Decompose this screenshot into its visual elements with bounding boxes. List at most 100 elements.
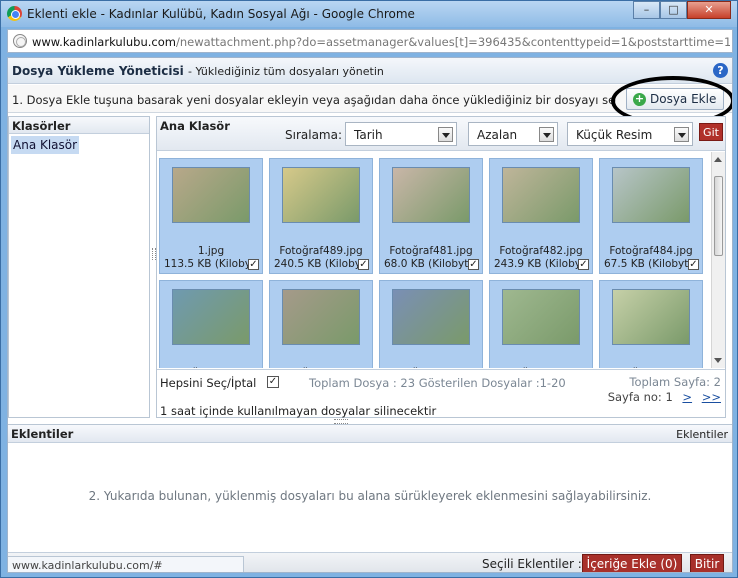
maximize-button[interactable]: □: [660, 1, 687, 19]
file-thumbnail[interactable]: Fotoğraf489.jpg240.5 KB (Kilobytes)✓: [269, 158, 373, 274]
last-page-link[interactable]: >>: [702, 390, 721, 404]
select-all-label: Hepsini Seç/İptal: [160, 376, 257, 390]
add-file-label: Dosya Ekle: [650, 92, 717, 106]
file-select-checkbox[interactable]: ✓: [468, 259, 479, 270]
thumbnail-image: [172, 167, 250, 223]
browser-window: Eklenti ekle - Kadınlar Kulübü, Kadın So…: [0, 0, 738, 578]
sort-field-select[interactable]: Tarih: [345, 122, 457, 146]
title-bar: Eklenti ekle - Kadınlar Kulübü, Kadın So…: [1, 1, 737, 27]
thumbnail-image: [392, 167, 470, 223]
file-thumbnail[interactable]: Fotoğraf481.jpg68.0 KB (Kilobytes)✓: [379, 158, 483, 274]
thumbnail-image: [502, 167, 580, 223]
upload-step: 1. Dosya Ekle tuşuna basarak yeni dosyal…: [8, 85, 732, 113]
file-thumbnail[interactable]: Fotoğraf480.jpg: [379, 280, 483, 368]
file-name: Fotoğraf484.jpg: [609, 245, 693, 257]
file-thumbnail[interactable]: Fotoğraf486.jpg: [159, 280, 263, 368]
view-mode-select[interactable]: Küçük Resim: [567, 122, 693, 146]
chrome-logo-icon: [7, 6, 22, 21]
attachments-panel[interactable]: Eklentiler Eklentiler 2. Yukarıda buluna…: [8, 424, 732, 554]
current-folder-title: Ana Klasör: [160, 119, 230, 133]
file-select-checkbox[interactable]: ✓: [248, 259, 259, 270]
address-bar[interactable]: www.kadinlarkulubu.com/newattachment.php…: [7, 29, 733, 53]
go-button[interactable]: Git: [699, 123, 723, 141]
page-number: Sayfa no: 1: [607, 390, 673, 404]
thumbnail-image: [172, 289, 250, 345]
folder-item-ana-klasor[interactable]: Ana Klasör: [11, 136, 80, 154]
file-thumbnail[interactable]: Fotoğraf484.jpg67.5 KB (Kilobytes)✓: [599, 158, 703, 274]
thumbnail-image: [502, 289, 580, 345]
minimize-button[interactable]: –: [633, 1, 660, 19]
sort-order-select[interactable]: Azalan: [468, 122, 558, 146]
file-name: Fotoğraf487.jpg: [600, 367, 702, 368]
thumbnail-image: [392, 289, 470, 345]
browser-status-bar: www.kadinlarkulubu.com/#: [8, 556, 244, 572]
window-controls: – □ ✕: [633, 1, 731, 19]
manager-header: Dosya Yükleme Yöneticisi - Yüklediğiniz …: [8, 58, 732, 84]
file-select-checkbox[interactable]: ✓: [578, 259, 589, 270]
url-text[interactable]: www.kadinlarkulubu.com/newattachment.php…: [32, 35, 730, 49]
attachments-right-label: Eklentiler: [676, 428, 728, 441]
file-name: Fotoğraf486.jpg: [160, 367, 262, 368]
scrollbar-thumb[interactable]: [714, 176, 723, 256]
page-content: Dosya Yükleme Yöneticisi - Yüklediğiniz …: [7, 57, 733, 573]
next-page-link[interactable]: >: [682, 390, 692, 404]
attachments-title: Eklentiler: [11, 427, 74, 441]
total-pages: Toplam Sayfa: 2: [629, 375, 721, 389]
page-subtitle: - Yüklediğiniz tüm dosyaları yönetin: [188, 65, 384, 78]
file-size: 67.5 KB (Kilobytes): [604, 258, 688, 270]
plus-circle-icon: +: [633, 92, 646, 106]
file-size: 113.5 KB (Kilobytes): [164, 258, 248, 270]
selected-attachments-label: Seçili Eklentiler :: [482, 557, 582, 571]
help-icon[interactable]: ?: [713, 63, 728, 78]
file-name: Fotoğraf482.jpg: [499, 245, 583, 257]
pagination: Sayfa no: 1 > >>: [608, 390, 721, 404]
thumbnail-image: [612, 289, 690, 345]
page-title: Dosya Yükleme Yöneticisi: [12, 64, 184, 78]
insert-into-content-button[interactable]: İçeriğe Ekle (0): [582, 554, 682, 572]
file-size: 243.9 KB (Kilobytes): [494, 258, 578, 270]
file-thumbnail[interactable]: Fotoğraf488.jpg: [489, 280, 593, 368]
file-select-checkbox[interactable]: ✓: [358, 259, 369, 270]
files-toolbar: Ana Klasör Sıralama: Tarih Azalan Küçük …: [157, 117, 725, 151]
url-host: www.kadinlarkulubu.com: [32, 35, 176, 49]
file-select-checkbox[interactable]: ✓: [688, 259, 699, 270]
file-name: 1.jpg: [197, 245, 225, 257]
file-name: Fotoğraf483.jpg: [270, 367, 372, 368]
thumbnail-scrollbar[interactable]: [711, 152, 725, 368]
file-thumbnail[interactable]: Fotoğraf483.jpg: [269, 280, 373, 368]
url-path: /newattachment.php?do=assetmanager&value…: [175, 35, 730, 49]
file-thumbnail[interactable]: 1.jpg113.5 KB (Kilobytes)✓: [159, 158, 263, 274]
folders-panel: Klasörler Ana Klasör: [8, 116, 150, 418]
chevron-down-icon: [539, 127, 554, 142]
finish-button[interactable]: Bitir: [690, 554, 724, 572]
file-size: 68.0 KB (Kilobytes): [384, 258, 468, 270]
delete-note: 1 saat içinde kullanılmayan dosyalar sil…: [160, 404, 437, 418]
page-globe-icon: [13, 34, 27, 48]
upload-instructions: 1. Dosya Ekle tuşuna basarak yeni dosyal…: [12, 93, 616, 107]
sort-order-value: Azalan: [477, 128, 518, 142]
close-button[interactable]: ✕: [687, 1, 731, 19]
sort-label: Sıralama:: [285, 128, 343, 142]
chevron-down-icon: [438, 127, 453, 142]
scroll-down-arrow-icon[interactable]: [714, 358, 722, 363]
scroll-up-arrow-icon[interactable]: [714, 157, 722, 162]
add-file-button[interactable]: + Dosya Ekle: [626, 88, 724, 110]
thumbnail-grid: 1.jpg113.5 KB (Kilobytes)✓Fotoğraf489.jp…: [157, 152, 709, 368]
file-totals: Toplam Dosya : 23 Gösterilen Dosyalar :1…: [309, 376, 566, 390]
folders-title: Klasörler: [9, 117, 149, 134]
attachments-header: Eklentiler Eklentiler: [8, 425, 732, 443]
thumbnail-image: [612, 167, 690, 223]
select-all-checkbox[interactable]: ✓: [267, 376, 279, 388]
sort-field-value: Tarih: [354, 128, 383, 142]
file-thumbnail[interactable]: Fotoğraf487.jpg: [599, 280, 703, 368]
files-panel: Ana Klasör Sıralama: Tarih Azalan Küçük …: [156, 116, 726, 418]
window-title: Eklenti ekle - Kadınlar Kulübü, Kadın So…: [27, 7, 415, 21]
file-name: Fotoğraf489.jpg: [279, 245, 363, 257]
thumbnail-image: [282, 167, 360, 223]
thumbnail-image: [282, 289, 360, 345]
view-mode-value: Küçük Resim: [576, 128, 653, 142]
file-size: 240.5 KB (Kilobytes): [274, 258, 358, 270]
file-thumbnail[interactable]: Fotoğraf482.jpg243.9 KB (Kilobytes)✓: [489, 158, 593, 274]
chevron-down-icon: [674, 127, 689, 142]
file-name: Fotoğraf481.jpg: [389, 245, 473, 257]
